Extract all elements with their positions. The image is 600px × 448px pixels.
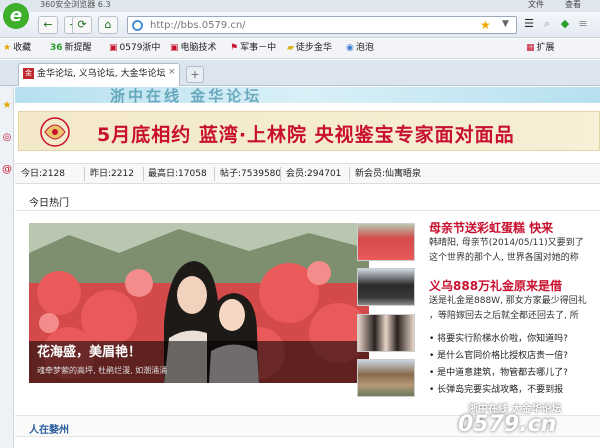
- ad-banner[interactable]: 5月底相约 蓝湾·上林院 央视鉴宝专家面对面品: [18, 111, 600, 151]
- stat-yesterday: 昨日:2212: [90, 169, 134, 179]
- new-tab-button[interactable]: +: [186, 66, 204, 83]
- photo-caption: 花海盛，美眉艳！ 魂牵梦萦的高坪, 杜鹃烂漫, 如潮涌涌: [29, 341, 369, 383]
- navigation-bar: ← → ⟳ ⌂ http://bbs.0579.cn/ ★ ▼ ☰ ⌕ ◆ ≡: [0, 12, 600, 38]
- bookmark-military[interactable]: ⚑ 军事－中: [230, 42, 276, 55]
- news-list-item[interactable]: • 长弹岛完要实战攻略，不要到报: [429, 384, 563, 396]
- weibo-icon[interactable]: ◎: [1, 132, 13, 144]
- thumbnail-portrait[interactable]: [357, 314, 415, 352]
- summary-line: 韩晴阳, 母亲节(2014/05/11)又要到了: [429, 238, 584, 248]
- tab-title: 金华论坛, 义乌论坛, 大金华论坛: [37, 69, 165, 79]
- ornament-icon: [40, 117, 70, 147]
- search-engine-icon[interactable]: ⌕: [540, 16, 554, 32]
- stat-new-member[interactable]: 新会员:仙寓晤泉: [355, 168, 421, 180]
- star-icon[interactable]: ★: [1, 100, 13, 112]
- menu-icon[interactable]: ≡: [576, 16, 590, 32]
- caption-title[interactable]: 花海盛，美眉艳！: [37, 345, 141, 361]
- speed-icon[interactable]: ☰: [522, 16, 536, 32]
- window-title: 360安全浏览器 6.3: [40, 0, 111, 9]
- tab-strip: 金 金华论坛, 义乌论坛, 大金华论坛 × +: [0, 60, 600, 86]
- security-icon[interactable]: ◆: [558, 16, 572, 32]
- thumbnail-building[interactable]: [357, 359, 415, 397]
- summary-line: ，等陪嫁回去之后就全都还回去了, 所: [429, 311, 579, 321]
- star-icon: ★: [3, 43, 12, 53]
- hot-today-header: 今日热门: [15, 189, 600, 211]
- top-banner-strip: 浙中在线 金华论坛: [15, 87, 600, 103]
- stat-max-day: 最高日:17058: [148, 169, 207, 179]
- 360-icon: 36: [50, 43, 63, 53]
- page-icon: ▣: [170, 43, 179, 53]
- featured-photo[interactable]: 花海盛，美眉艳！ 魂牵梦萦的高坪, 杜鹃烂漫, 如潮涌涌: [29, 223, 369, 383]
- menu-file[interactable]: 文件: [528, 0, 544, 10]
- headline-yiwu-gift[interactable]: 义乌888万礼金原来是借: [429, 277, 562, 294]
- favorite-star-icon[interactable]: ★: [480, 18, 491, 32]
- news-list-item[interactable]: • 是什么官同价格比授权店贵一倍?: [429, 350, 568, 362]
- close-icon[interactable]: ×: [168, 67, 176, 77]
- chevron-down-icon[interactable]: ▼: [502, 19, 509, 29]
- bookmark-reminder[interactable]: 36 新提醒: [50, 42, 92, 55]
- section-header-wuzhou: 人在婺州: [15, 415, 600, 437]
- back-button[interactable]: ←: [38, 16, 58, 34]
- bookmark-0579[interactable]: ▣ 0579浙中: [109, 42, 160, 55]
- news-column: 母亲节送彩虹蛋糕 快来 韩晴阳, 母亲节(2014/05/11)又要到了 这个世…: [425, 217, 600, 407]
- site-favicon-icon: 金: [23, 68, 34, 79]
- thumbnail-car[interactable]: [357, 268, 415, 306]
- url-text[interactable]: http://bbs.0579.cn/: [150, 19, 246, 32]
- mail-icon[interactable]: @: [1, 164, 13, 176]
- flag-icon: ⚑: [230, 43, 239, 53]
- site-icon: [132, 20, 143, 31]
- banner-text: 5月底相约 蓝湾·上林院 央视鉴宝专家面对面品: [97, 124, 515, 146]
- hot-title: 今日热门: [29, 198, 69, 209]
- headline-mothers-day[interactable]: 母亲节送彩虹蛋糕 快来: [429, 219, 553, 236]
- bookmarks-bar: ★ 收藏 36 新提醒 ▣ 0579浙中 ▣ 电脑技术 ⚑ 军事－中 ▰ 徒步金华 ◉ 泡泡 …: [0, 39, 600, 59]
- address-bar[interactable]: http://bbs.0579.cn/ ★ ▼: [127, 16, 517, 34]
- bookmark-computer[interactable]: ▣ 电脑技术: [170, 42, 217, 55]
- caption-subtitle: 魂牵梦萦的高坪, 杜鹃烂漫, 如潮涌涌: [37, 366, 168, 375]
- side-toolbar: ★ ◎ @: [0, 86, 14, 448]
- grid-icon: ▦: [526, 43, 535, 53]
- news-list-item[interactable]: • 将要实行阶梯水价啦，你知道吗?: [429, 333, 568, 345]
- menu-view[interactable]: 查看: [565, 0, 581, 10]
- refresh-button[interactable]: ⟳: [72, 16, 92, 34]
- stat-today: 今日:2128: [21, 169, 65, 179]
- stat-posts: 帖子:7539580: [220, 169, 282, 179]
- page-icon: ◉: [346, 43, 354, 53]
- tab-jinhua-forum[interactable]: 金 金华论坛, 义乌论坛, 大金华论坛 ×: [18, 63, 180, 86]
- stat-members: 会员:294701: [286, 169, 342, 179]
- forum-page: 浙中在线 金华论坛 5月底相约 蓝湾·上林院 央视鉴宝专家面对面品 今日:212…: [15, 87, 600, 448]
- browser-logo: e: [3, 3, 29, 29]
- home-button[interactable]: ⌂: [98, 16, 118, 34]
- bookmark-hiking[interactable]: ▰ 徒步金华: [287, 42, 332, 55]
- section-title[interactable]: 人在婺州: [29, 421, 69, 436]
- folder-icon: ▰: [287, 43, 294, 53]
- thumbnail-flowers[interactable]: [357, 223, 415, 261]
- news-list-item[interactable]: • 是中道意建筑，物管都去哪儿了?: [429, 367, 568, 379]
- bookmark-favorites[interactable]: ★ 收藏: [3, 42, 31, 55]
- bookmark-paopao[interactable]: ◉ 泡泡: [346, 42, 374, 55]
- forum-stats-bar: 今日:2128 昨日:2212 最高日:17058 帖子:7539580 会员:…: [15, 163, 600, 184]
- summary-line: 这个世界的那个人, 世界各国对她的称: [429, 253, 579, 263]
- summary-line: 送是礼金是888W, 那女方家最少得回礼: [429, 296, 587, 306]
- title-bar: 360安全浏览器 6.3 文件 查看: [0, 0, 600, 12]
- page-icon: ▣: [109, 43, 118, 53]
- bookmark-extensions[interactable]: ▦ 扩展: [526, 42, 555, 55]
